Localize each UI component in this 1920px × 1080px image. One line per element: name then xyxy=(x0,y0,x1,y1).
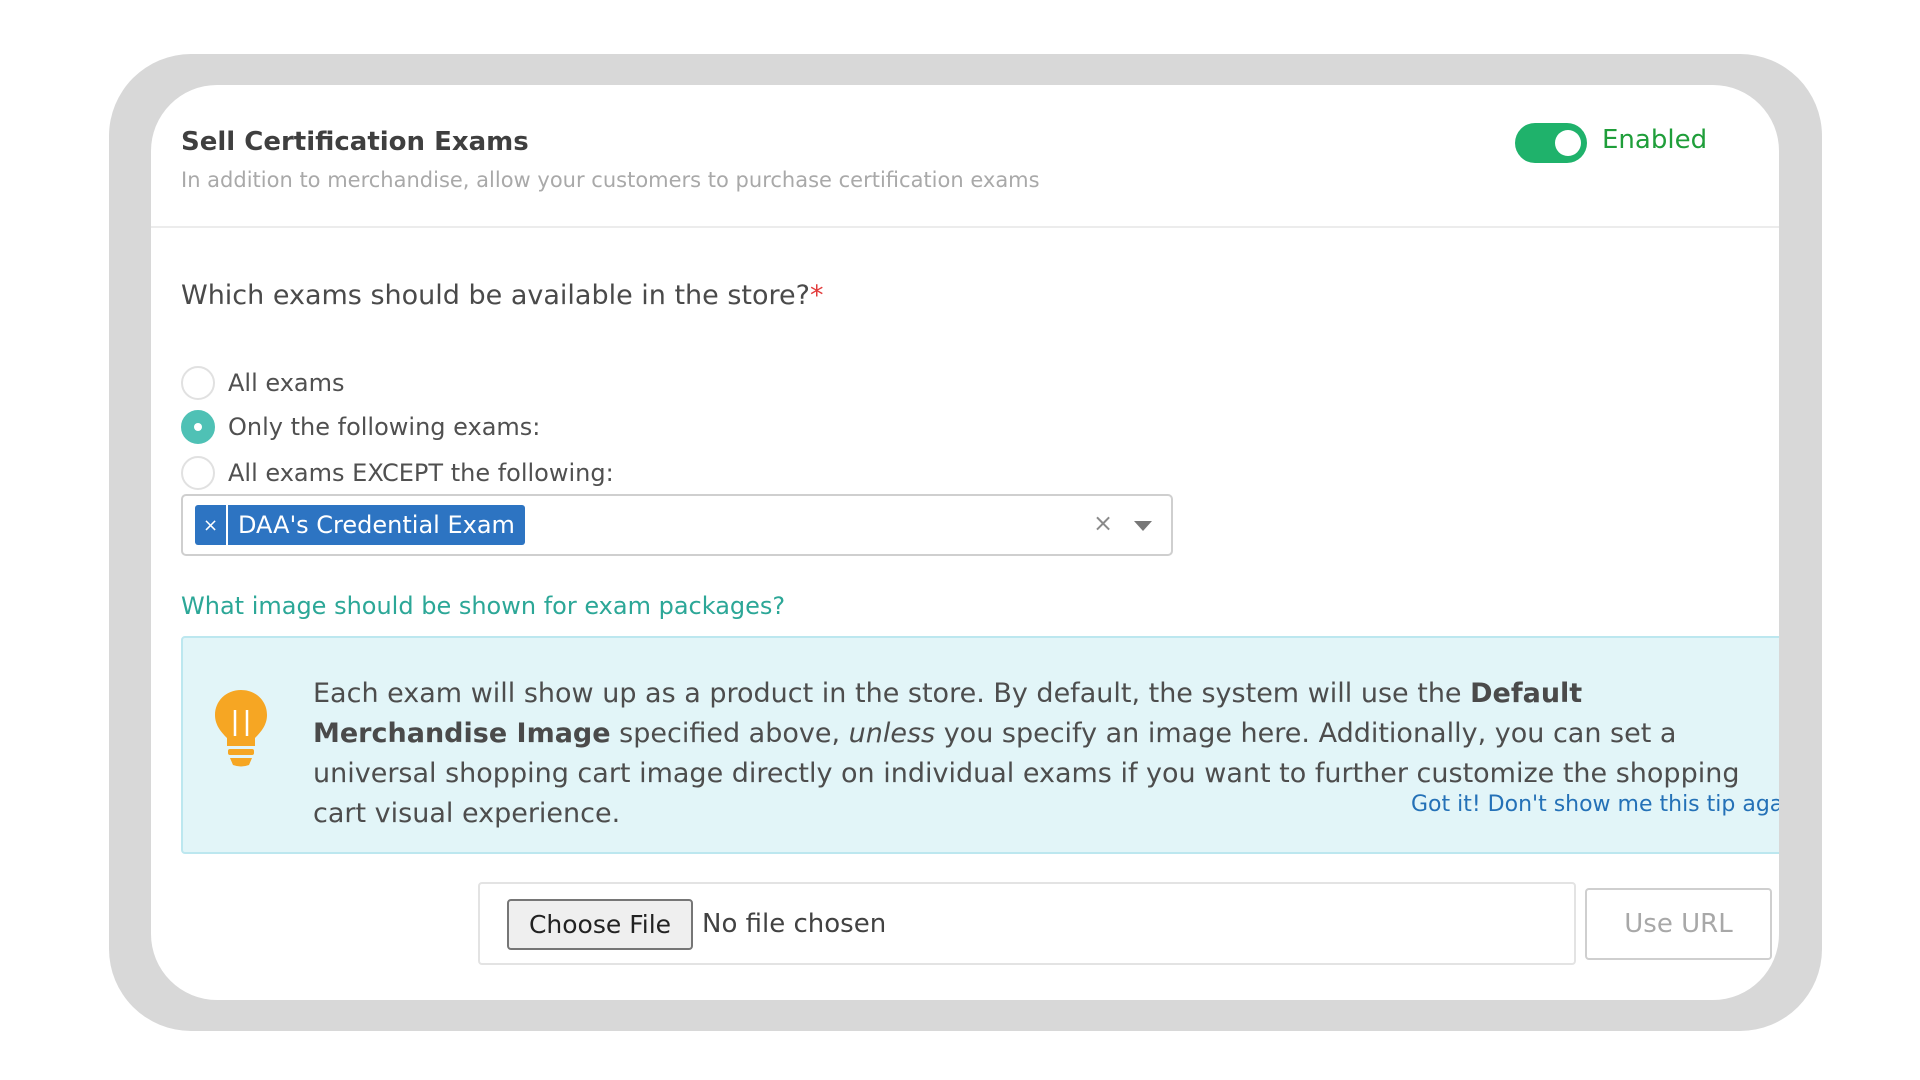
chevron-down-icon[interactable] xyxy=(1134,521,1152,531)
radio-label: All exams EXCEPT the following: xyxy=(228,459,614,487)
toggle-status-label: Enabled xyxy=(1602,125,1708,155)
radio-option-all-except[interactable]: All exams EXCEPT the following: xyxy=(181,455,614,491)
radio-label: All exams xyxy=(228,369,345,397)
section-title: Sell Certification Exams xyxy=(181,127,529,157)
radio-button-selected[interactable] xyxy=(181,410,215,444)
radio-button[interactable] xyxy=(181,456,215,490)
tip-box: Each exam will show up as a product in t… xyxy=(181,636,1779,854)
settings-card: Sell Certification Exams In addition to … xyxy=(151,85,1779,1000)
choose-file-button[interactable]: Choose File xyxy=(507,899,693,950)
tip-text-part: Each exam will show up as a product in t… xyxy=(313,678,1471,709)
enable-toggle[interactable] xyxy=(1515,123,1587,163)
tag-remove-button[interactable]: × xyxy=(195,505,228,545)
toggle-knob xyxy=(1555,130,1581,156)
tip-text-part: specified above, xyxy=(610,718,849,749)
radio-option-only-following[interactable]: Only the following exams: xyxy=(181,409,540,445)
tag-label: DAA's Credential Exam xyxy=(238,511,515,539)
question-text: Which exams should be available in the s… xyxy=(181,280,810,311)
file-status-text: No file chosen xyxy=(702,909,887,939)
use-url-button[interactable]: Use URL xyxy=(1585,888,1772,960)
lightbulb-icon xyxy=(215,690,267,767)
exam-multiselect[interactable]: × DAA's Credential Exam × xyxy=(181,494,1173,556)
radio-button[interactable] xyxy=(181,366,215,400)
image-question-label: What image should be shown for exam pack… xyxy=(181,592,786,620)
required-marker: * xyxy=(810,280,824,311)
clear-selection-icon[interactable]: × xyxy=(1093,509,1113,537)
selected-exam-tag: × DAA's Credential Exam xyxy=(195,505,525,545)
radio-option-all-exams[interactable]: All exams xyxy=(181,365,345,401)
file-input: Choose File No file chosen xyxy=(478,882,1576,965)
tip-italic-text: unless xyxy=(848,718,936,749)
exam-availability-question: Which exams should be available in the s… xyxy=(181,280,824,311)
dismiss-tip-link[interactable]: Got it! Don't show me this tip again xyxy=(1411,792,1779,817)
section-subtitle: In addition to merchandise, allow your c… xyxy=(181,168,1040,192)
section-header: Sell Certification Exams In addition to … xyxy=(151,85,1779,228)
radio-label: Only the following exams: xyxy=(228,413,541,441)
